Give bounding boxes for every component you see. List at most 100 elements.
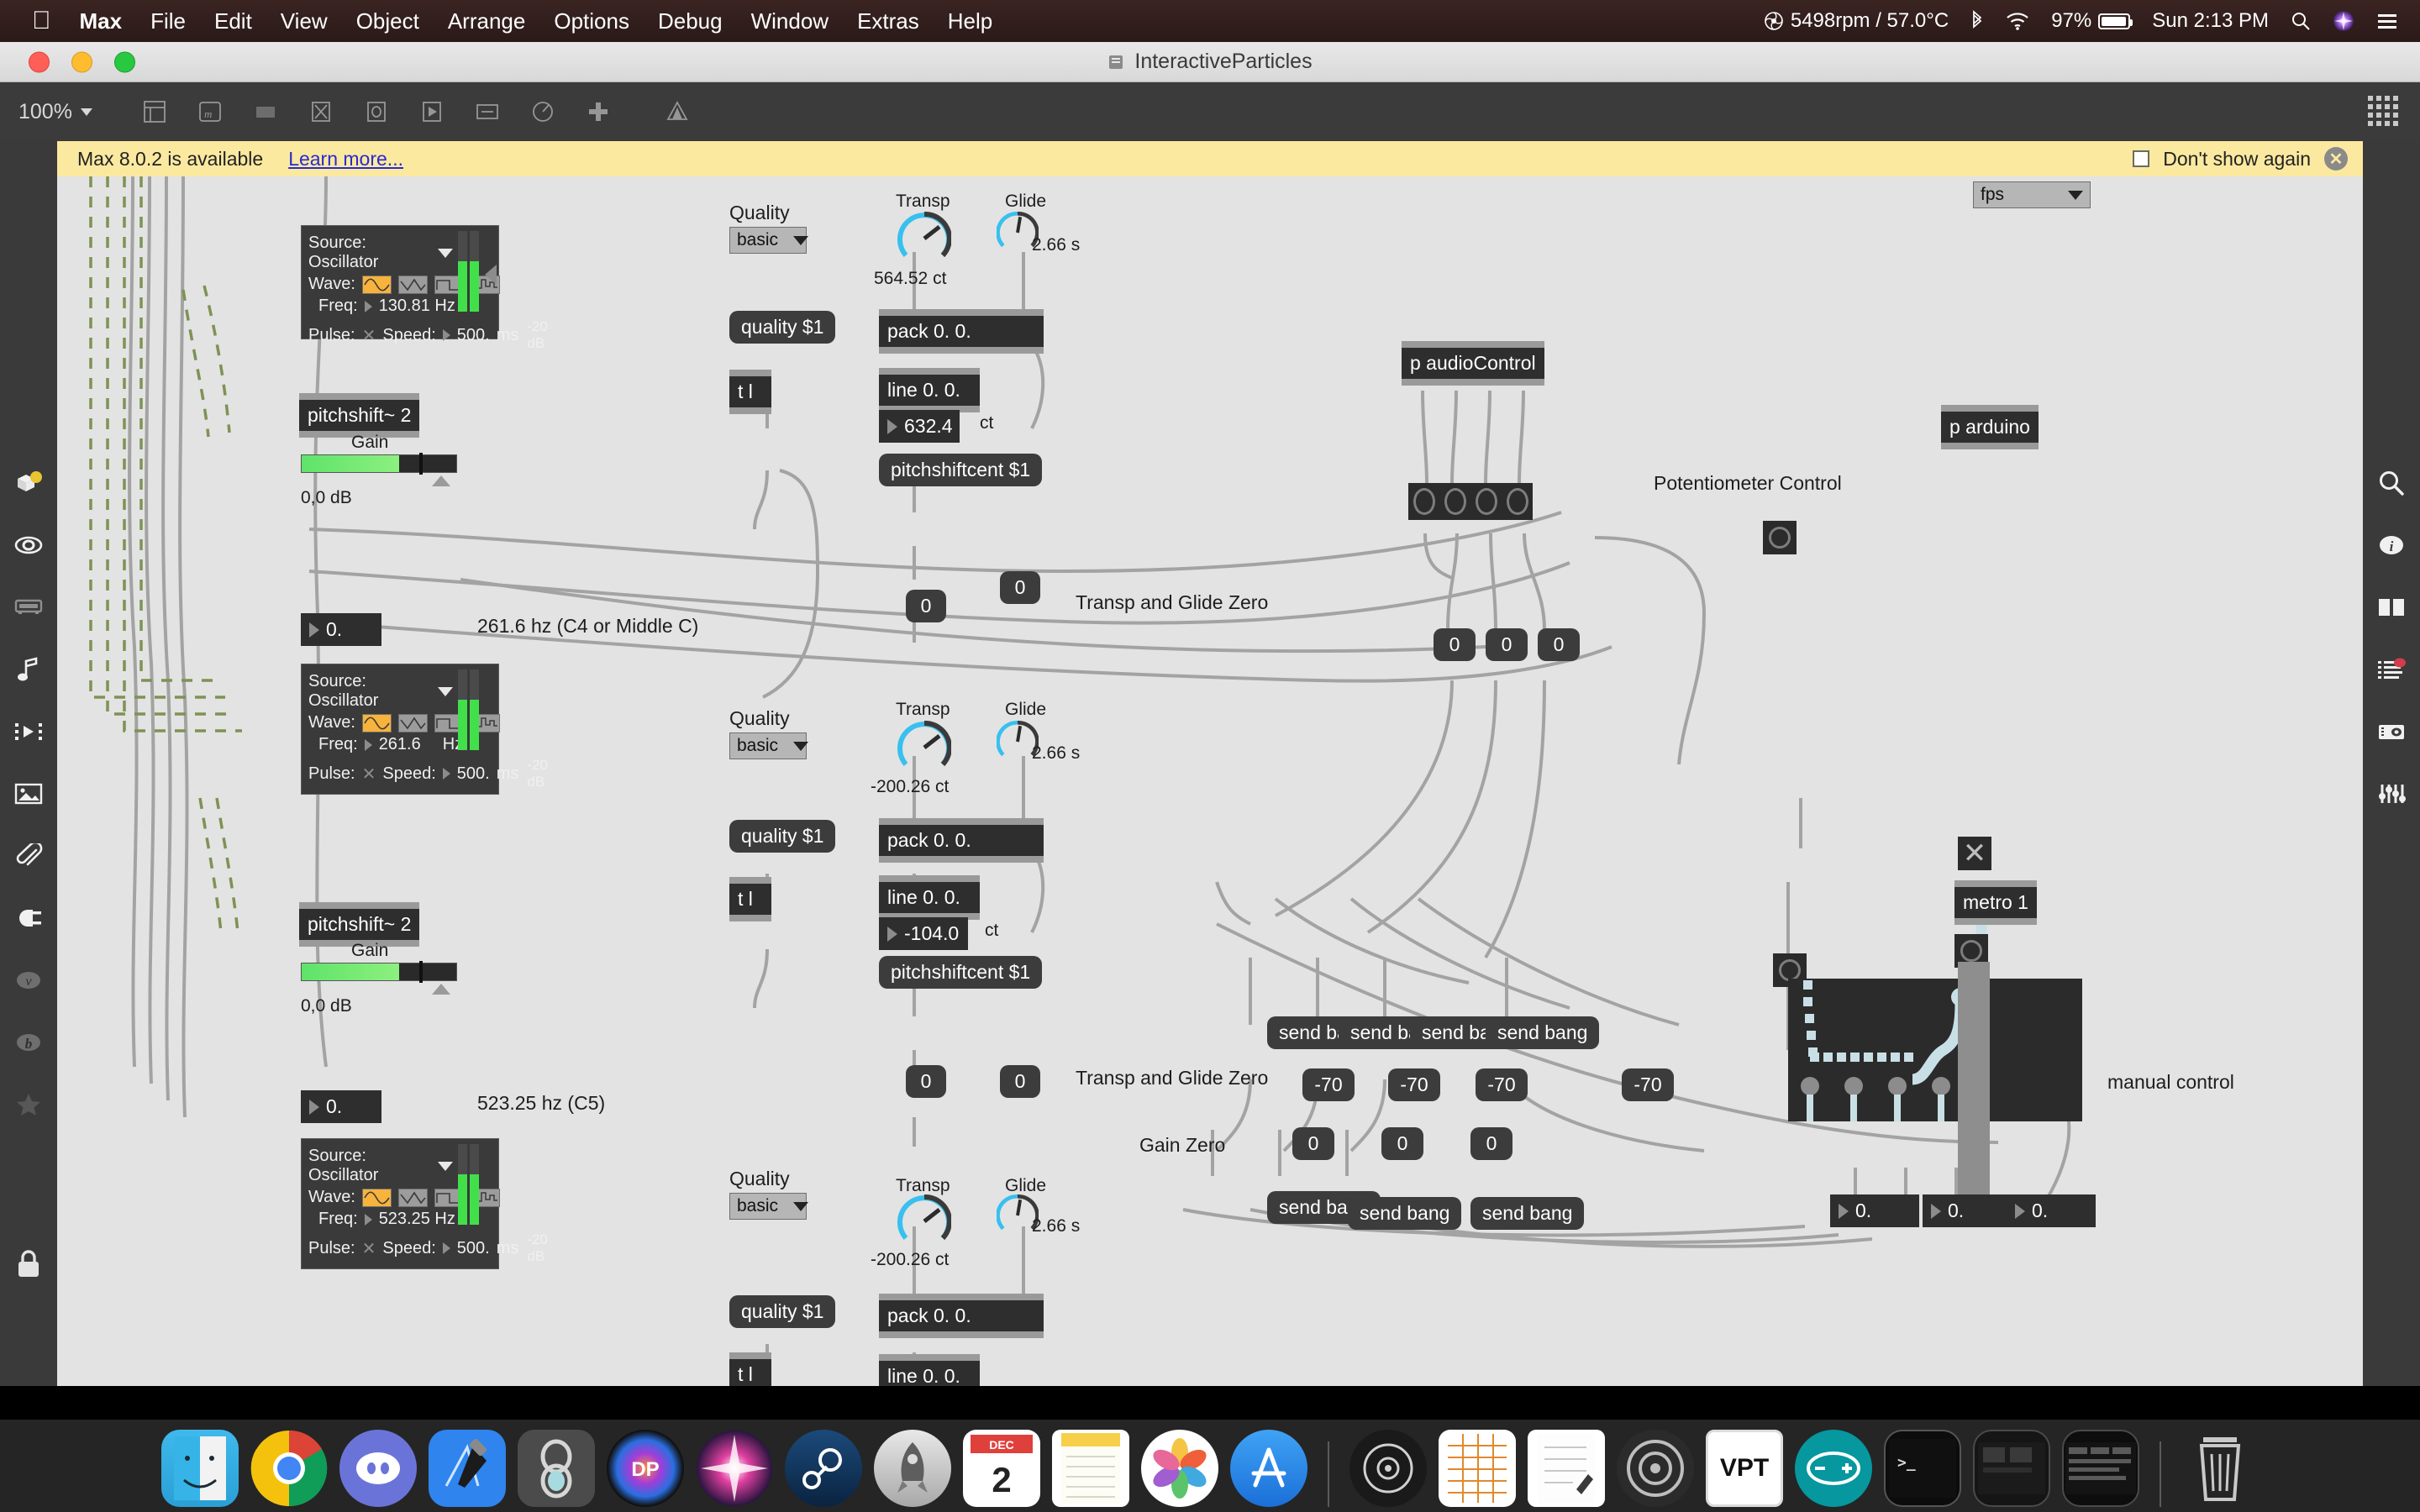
wave-sine-button[interactable] — [361, 1188, 392, 1207]
presentation-mode-icon[interactable] — [664, 99, 691, 124]
pot-value-2[interactable]: 0 — [1486, 628, 1528, 661]
siri-icon[interactable] — [2333, 10, 2354, 32]
dock-max[interactable] — [518, 1430, 595, 1507]
send-bang-6[interactable]: send bang — [1348, 1197, 1462, 1230]
inspector-icon[interactable] — [141, 99, 168, 124]
meter-marker-icon[interactable] — [485, 265, 497, 285]
gain-bar-1[interactable] — [301, 453, 457, 475]
comment-icon[interactable]: m — [197, 99, 224, 124]
pack-object-1[interactable]: pack 0. 0. — [879, 309, 1044, 354]
line-object-2[interactable]: line 0. 0. — [879, 875, 980, 920]
line-object-3[interactable]: line 0. 0. — [879, 1354, 980, 1386]
info-icon[interactable]: i — [2363, 514, 2420, 576]
bpatcher-icon[interactable] — [252, 99, 279, 124]
freq-stepper-icon[interactable] — [364, 300, 372, 312]
gain-slider-2[interactable]: Gain 0,0 dB — [301, 941, 457, 1016]
pulse-row[interactable]: Pulse: ✕ Speed: 500. ms -20 dB — [308, 1231, 548, 1265]
oscillator-module-2[interactable]: Source: Oscillator Wave: Freq: 261.6 Hz … — [301, 664, 548, 795]
dock-trash[interactable] — [2181, 1430, 2259, 1507]
neg70-1[interactable]: -70 — [1302, 1068, 1355, 1101]
dock-digital-performer[interactable]: DP — [607, 1430, 684, 1507]
int-box-mid-1[interactable]: 0 — [906, 590, 946, 622]
quality-dropdown-2[interactable]: basic — [729, 732, 809, 759]
plug-icon[interactable] — [0, 887, 57, 949]
wave-sine-button[interactable] — [361, 713, 392, 732]
pulse-off-icon[interactable]: ✕ — [362, 1238, 376, 1259]
dock-siri[interactable] — [696, 1430, 773, 1507]
chevron-down-icon[interactable] — [438, 248, 453, 258]
image-icon[interactable] — [0, 763, 57, 825]
message-box-icon[interactable] — [308, 99, 334, 124]
pulse-off-icon[interactable]: ✕ — [362, 764, 376, 785]
dock-editor-window[interactable] — [2062, 1430, 2139, 1507]
send-bang-7[interactable]: send bang — [1470, 1197, 1585, 1230]
cents-numberbox-2[interactable]: -104.0 — [879, 917, 968, 950]
pulse-off-icon[interactable]: ✕ — [362, 325, 376, 346]
speed-value[interactable]: 500. — [457, 764, 490, 784]
menubar-clock[interactable]: Sun 2:13 PM — [2152, 9, 2269, 33]
potentiometer-2[interactable] — [1439, 483, 1470, 520]
wave-triangle-button[interactable] — [397, 1188, 428, 1207]
neg70-3[interactable]: -70 — [1476, 1068, 1528, 1101]
gain-zero-3[interactable]: 0 — [1470, 1127, 1512, 1160]
dock-vpt[interactable]: VPT — [1706, 1430, 1783, 1507]
wifi-icon[interactable] — [2006, 12, 2029, 30]
dock-spreadsheet[interactable] — [1439, 1430, 1516, 1507]
int-box-low-2[interactable]: 0 — [1000, 1065, 1040, 1098]
metro-object[interactable]: metro 1 — [1954, 880, 2037, 925]
speed-stepper-icon[interactable] — [442, 768, 450, 780]
oscillator-module-1[interactable]: Source: Oscillator Wave: Freq: 130.81 Hz… — [301, 225, 548, 351]
note-numberbox-2[interactable]: 0. — [301, 613, 381, 646]
dial-icon[interactable] — [529, 99, 556, 124]
panel-icon[interactable] — [2363, 576, 2420, 638]
pack-object-2[interactable]: pack 0. 0. — [879, 818, 1044, 863]
dock-arduino[interactable] — [1795, 1430, 1872, 1507]
oscillator-module-3[interactable]: Source: Oscillator Wave: Freq: 523.25 Hz… — [301, 1138, 548, 1269]
menu-max[interactable]: Max — [80, 8, 123, 34]
freq-stepper-icon[interactable] — [364, 1213, 372, 1226]
pot-value-3[interactable]: 0 — [1538, 628, 1580, 661]
apple-logo-icon[interactable]:  — [32, 8, 51, 34]
music-note-icon[interactable] — [0, 638, 57, 701]
float-out-3[interactable]: 0. — [2007, 1194, 2096, 1227]
zoom-button[interactable] — [114, 51, 135, 72]
pulse-row[interactable]: Pulse: ✕ Speed: 500. ms -20 dB — [308, 318, 548, 352]
star-icon[interactable] — [0, 1074, 57, 1136]
dock-finder[interactable] — [161, 1430, 239, 1507]
float-out-1[interactable]: 0. — [1830, 1194, 1919, 1227]
speed-value[interactable]: 500. — [457, 1239, 490, 1258]
video-icon[interactable] — [0, 701, 57, 763]
patcher-canvas[interactable]: fps Source: Oscillator Wave: Freq: 130.8… — [57, 176, 2363, 1386]
menu-window[interactable]: Window — [751, 8, 829, 34]
speed-stepper-icon[interactable] — [442, 329, 450, 341]
gain-bar-2[interactable] — [301, 961, 457, 983]
float-out-2[interactable]: 0. — [1923, 1194, 2012, 1227]
audiocontrol-subpatcher[interactable]: p audioControl — [1402, 341, 1544, 386]
search-icon[interactable] — [2363, 452, 2420, 514]
bang-object-top[interactable] — [1763, 521, 1797, 554]
dock-xcode[interactable] — [429, 1430, 506, 1507]
dont-show-again-checkbox[interactable] — [2133, 150, 2150, 167]
pitchshiftcent-message-2[interactable]: pitchshiftcent $1 — [879, 956, 1043, 989]
eye-icon[interactable] — [0, 514, 57, 576]
pitchshift-object-1[interactable]: pitchshift~ 2 — [299, 393, 420, 438]
function-editor[interactable] — [1788, 979, 2082, 1121]
dock-calendar[interactable]: DEC 2 — [963, 1430, 1040, 1507]
menu-view[interactable]: View — [281, 8, 328, 34]
lock-icon[interactable] — [12, 1247, 45, 1280]
dock-app-store[interactable] — [1230, 1430, 1307, 1507]
freq-stepper-icon[interactable] — [364, 738, 372, 751]
trigger-object-2[interactable]: t l — [729, 877, 771, 921]
toggle-object[interactable]: ✕ — [1958, 837, 1991, 870]
neg70-4[interactable]: -70 — [1622, 1068, 1674, 1101]
dock-photos[interactable] — [1141, 1430, 1218, 1507]
pulse-row[interactable]: Pulse: ✕ Speed: 500. ms -20 dB — [308, 757, 548, 790]
fan-status[interactable]: 5498rpm / 57.0°C — [1764, 9, 1949, 33]
keyboard-icon[interactable] — [0, 576, 57, 638]
dock-audio-app[interactable] — [1617, 1430, 1694, 1507]
menu-edit[interactable]: Edit — [214, 8, 252, 34]
quality-dropdown-3[interactable]: basic — [729, 1193, 809, 1220]
number-box-icon[interactable] — [474, 99, 501, 124]
close-button[interactable] — [29, 51, 50, 72]
menu-debug[interactable]: Debug — [658, 8, 723, 34]
